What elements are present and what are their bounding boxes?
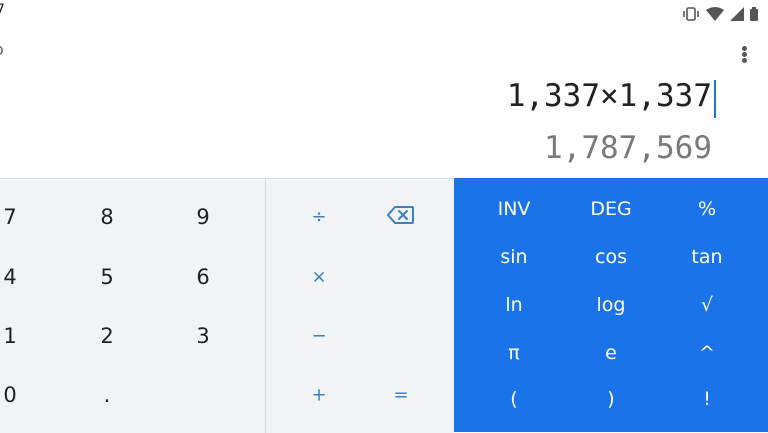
key-decimal[interactable]: . bbox=[104, 383, 111, 407]
key-5[interactable]: 5 bbox=[100, 265, 113, 289]
key-inv[interactable]: INV bbox=[498, 198, 531, 220]
key-9[interactable]: 9 bbox=[196, 205, 209, 229]
vibrate-icon bbox=[683, 7, 699, 21]
key-1[interactable]: 1 bbox=[3, 324, 16, 348]
status-bar: 7 bbox=[0, 0, 768, 28]
key-3[interactable]: 3 bbox=[196, 324, 209, 348]
key-multiply[interactable]: × bbox=[311, 267, 326, 288]
operator-keypad: ÷ × − + = bbox=[265, 178, 455, 433]
key-ln[interactable]: ln bbox=[505, 294, 522, 316]
backspace-icon[interactable] bbox=[387, 205, 415, 229]
key-sqrt[interactable]: √ bbox=[701, 294, 713, 316]
key-percent[interactable]: % bbox=[698, 198, 716, 220]
numeric-keypad: 7 8 9 4 5 6 1 2 3 0 . bbox=[0, 178, 265, 433]
more-vert-icon[interactable] bbox=[734, 36, 756, 70]
key-divide[interactable]: ÷ bbox=[311, 207, 326, 228]
key-right-paren[interactable]: ) bbox=[607, 388, 614, 410]
key-deg[interactable]: DEG bbox=[590, 198, 631, 220]
status-icons bbox=[682, 6, 758, 22]
battery-icon bbox=[750, 7, 758, 21]
text-cursor bbox=[714, 80, 716, 118]
key-tan[interactable]: tan bbox=[691, 246, 722, 268]
formula-display[interactable]: 1,337×1,337 bbox=[506, 78, 716, 118]
status-time: 7 bbox=[0, 2, 5, 18]
advanced-keypad: INV DEG % sin cos tan ln log √ π e ^ ( )… bbox=[454, 178, 768, 432]
result-preview: 1,787,569 bbox=[544, 130, 712, 166]
key-8[interactable]: 8 bbox=[100, 205, 113, 229]
key-2[interactable]: 2 bbox=[100, 324, 113, 348]
key-4[interactable]: 4 bbox=[3, 265, 16, 289]
key-0[interactable]: 0 bbox=[3, 383, 16, 407]
key-e[interactable]: e bbox=[605, 342, 617, 364]
key-plus[interactable]: + bbox=[311, 385, 326, 406]
display-area: 1,337×1,337 1,787,569 bbox=[0, 70, 768, 178]
key-factorial[interactable]: ! bbox=[703, 388, 711, 410]
key-equals[interactable]: = bbox=[393, 385, 408, 406]
key-7[interactable]: 7 bbox=[3, 205, 16, 229]
key-power[interactable]: ^ bbox=[699, 342, 715, 364]
formula-text: 1,337×1,337 bbox=[506, 78, 712, 114]
key-log[interactable]: log bbox=[597, 294, 626, 316]
key-pi[interactable]: π bbox=[508, 342, 519, 364]
key-sin[interactable]: sin bbox=[500, 246, 527, 268]
wifi-icon bbox=[706, 7, 724, 21]
toolbar-partial-icon[interactable]: o bbox=[0, 40, 4, 59]
key-cos[interactable]: cos bbox=[595, 246, 627, 268]
key-left-paren[interactable]: ( bbox=[510, 388, 517, 410]
key-6[interactable]: 6 bbox=[196, 265, 209, 289]
signal-icon bbox=[730, 7, 744, 21]
key-minus[interactable]: − bbox=[311, 326, 326, 347]
